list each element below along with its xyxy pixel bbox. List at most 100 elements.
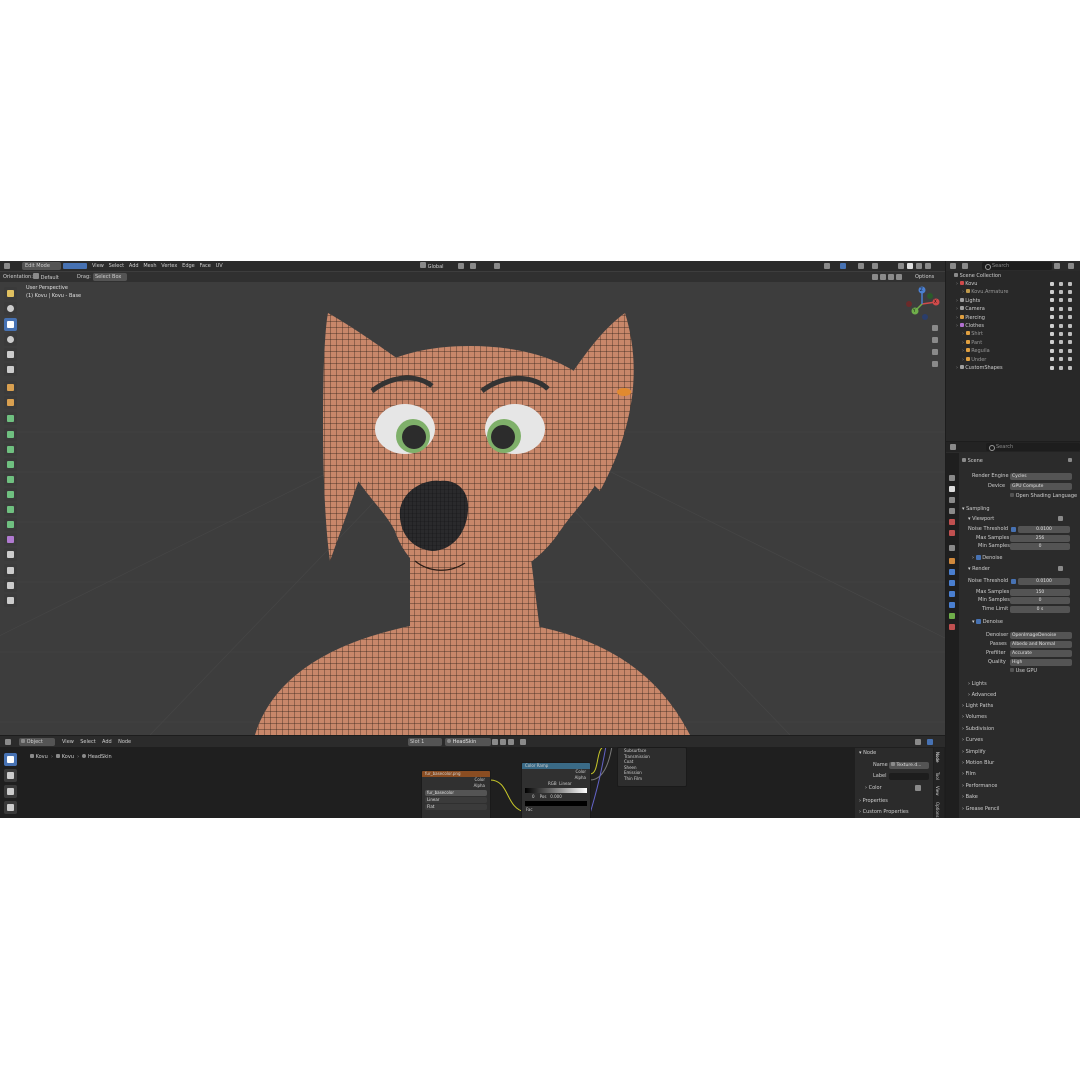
tool-inset[interactable] [4, 443, 17, 456]
node-tool-annotate[interactable] [4, 769, 17, 782]
render-tab-icon[interactable] [949, 486, 955, 492]
checkbox-icon[interactable] [1050, 281, 1054, 286]
use-gpu-checkbox[interactable] [1010, 668, 1014, 672]
tool-select[interactable] [4, 287, 17, 300]
outliner-row[interactable]: › Camera [956, 305, 985, 313]
render-min-samples-field[interactable]: 0 [1010, 597, 1070, 604]
sampling-panel-header[interactable]: ▾ Sampling [962, 505, 990, 513]
object-tab-icon[interactable] [949, 558, 955, 564]
node-tool-links[interactable] [4, 801, 17, 814]
tool-add-cube[interactable] [4, 412, 17, 425]
outliner-row[interactable]: › CustomShapes [956, 364, 1003, 372]
tool-transform[interactable] [4, 363, 17, 376]
tool-extrude[interactable] [4, 428, 17, 441]
eye-icon[interactable] [1059, 340, 1063, 345]
scene-tab-icon[interactable] [949, 519, 955, 525]
properties-panel-header[interactable]: › Performance [962, 782, 997, 790]
properties-panel-header[interactable]: › Motion Blur [962, 759, 994, 767]
bsdf-socket-thin-film[interactable]: Thin Film [618, 776, 686, 782]
viewport-noise-threshold-checkbox[interactable] [1011, 527, 1016, 532]
checkbox-icon[interactable] [1050, 315, 1054, 320]
outliner-row[interactable]: › Shirt [962, 330, 983, 338]
outliner-row[interactable]: › Pant [962, 339, 982, 347]
tool-rip[interactable] [4, 594, 17, 607]
denoiser-dropdown[interactable]: OpenImageDenoise [1010, 632, 1072, 639]
projection-dropdown[interactable]: Flat [425, 804, 487, 810]
modifier-tab-icon[interactable] [949, 569, 955, 575]
properties-panel-header[interactable]: › Grease Pencil [962, 805, 999, 813]
viewport-subpanel-header[interactable]: ▾ Viewport [968, 515, 994, 523]
tool-tab-icon[interactable] [949, 475, 955, 481]
camera-render-icon[interactable] [1068, 323, 1072, 328]
eye-icon[interactable] [1059, 365, 1063, 370]
eye-icon[interactable] [1059, 323, 1063, 328]
snap-node-icon[interactable] [927, 739, 933, 745]
passes-dropdown[interactable]: Albedo and Normal [1010, 641, 1072, 648]
outliner-row[interactable]: › Reguila [962, 347, 990, 355]
ramp-pos-value[interactable]: 0.000 [550, 794, 561, 799]
eye-icon[interactable] [1059, 281, 1063, 286]
display-mode-icon[interactable] [962, 263, 968, 269]
camera-render-icon[interactable] [1068, 281, 1072, 286]
tool-shear[interactable] [4, 579, 17, 592]
constraints-tab-icon[interactable] [949, 602, 955, 608]
checkbox-icon[interactable] [1050, 323, 1054, 328]
eye-icon[interactable] [1059, 331, 1063, 336]
tool-scale[interactable] [4, 348, 17, 361]
node-name-field[interactable]: Texture.d... [889, 762, 929, 769]
checkbox-icon[interactable] [1050, 365, 1054, 370]
tool-spin[interactable] [4, 518, 17, 531]
expand-arrow-icon[interactable]: › [962, 348, 964, 354]
camera-render-icon[interactable] [1068, 348, 1072, 353]
expand-arrow-icon[interactable]: › [956, 315, 958, 321]
filter-icon[interactable] [1054, 263, 1060, 269]
grid-icon[interactable] [932, 361, 938, 367]
sidebar-tab-node[interactable]: Node [935, 752, 940, 762]
tool-measure[interactable] [4, 396, 17, 409]
eye-icon[interactable] [1059, 315, 1063, 320]
expand-arrow-icon[interactable]: › [956, 298, 958, 304]
tool-cursor[interactable] [4, 302, 17, 315]
custom-properties-panel[interactable]: › Custom Properties [859, 808, 909, 816]
node-editor-type-icon[interactable] [5, 739, 11, 745]
camera-render-icon[interactable] [1068, 340, 1072, 345]
advanced-subpanel[interactable]: › Advanced [968, 691, 996, 699]
outliner-row[interactable]: › Kovu.Armature [962, 288, 1008, 296]
camera-render-icon[interactable] [1068, 298, 1072, 303]
node-editor-area[interactable]: Object View Select Add Node Slot 1 HeadS… [0, 736, 945, 818]
principled-bsdf-node[interactable]: Subsurface Transmission Coat Sheen Emiss… [617, 747, 687, 787]
eye-icon[interactable] [1059, 348, 1063, 353]
camera-render-icon[interactable] [1068, 331, 1072, 336]
tool-rotate[interactable] [4, 333, 17, 346]
expand-arrow-icon[interactable]: › [956, 365, 958, 371]
hand-icon[interactable] [932, 337, 938, 343]
slot-dropdown[interactable]: Slot 1 [408, 738, 442, 746]
node-menu-select[interactable]: Select [80, 739, 95, 745]
tool-bevel[interactable] [4, 458, 17, 471]
node-section-header[interactable]: ▾ Node [859, 749, 876, 757]
viewport-noise-threshold-field[interactable]: 0.0100 [1018, 526, 1070, 533]
node-tool-cut[interactable] [4, 785, 17, 798]
checkbox-icon[interactable] [1050, 306, 1054, 311]
render-engine-dropdown[interactable]: Cycles [1010, 473, 1072, 480]
expand-arrow-icon[interactable]: › [956, 281, 958, 287]
properties-panel-header[interactable]: › Volumes [962, 713, 987, 721]
tool-knife[interactable] [4, 488, 17, 501]
node-menu-node[interactable]: Node [118, 739, 131, 745]
interpolation-dropdown[interactable]: Linear [425, 797, 487, 803]
outliner-search[interactable]: Search [982, 262, 1052, 270]
expand-arrow-icon[interactable]: › [956, 323, 958, 329]
properties-panel-header[interactable]: › Light Paths [962, 702, 993, 710]
camera-icon[interactable] [932, 349, 938, 355]
device-dropdown[interactable]: GPU Compute [1010, 483, 1072, 490]
color-subpanel[interactable]: › Color [865, 784, 882, 792]
lights-subpanel[interactable]: › Lights [968, 680, 987, 688]
expand-arrow-icon[interactable]: › [956, 306, 958, 312]
properties-type-icon[interactable] [950, 444, 956, 450]
checkbox-icon[interactable] [1050, 357, 1054, 362]
camera-render-icon[interactable] [1068, 315, 1072, 320]
render-subpanel-header[interactable]: ▾ Render [968, 565, 990, 573]
tool-annotate[interactable] [4, 381, 17, 394]
render-preset-icon[interactable] [1058, 566, 1063, 571]
eye-icon[interactable] [1059, 289, 1063, 294]
